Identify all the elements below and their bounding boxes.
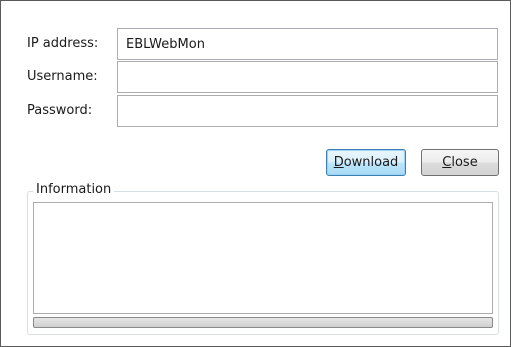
password-label: Password: (27, 103, 93, 118)
information-text-area[interactable] (33, 202, 493, 314)
username-input[interactable] (117, 61, 498, 93)
progress-bar (33, 317, 493, 328)
download-mnemonic: D (333, 154, 344, 170)
username-label: Username: (27, 69, 98, 84)
download-button[interactable]: Download (326, 149, 406, 176)
ip-address-label: IP address: (27, 36, 99, 51)
information-group-title: Information (33, 181, 115, 199)
close-mnemonic: C (442, 154, 452, 170)
ip-address-input[interactable] (117, 28, 498, 60)
password-input[interactable] (117, 95, 498, 127)
close-button[interactable]: Close (421, 149, 499, 176)
download-dialog: IP address: Username: Password: Download… (0, 0, 511, 347)
download-label: ownload (343, 154, 399, 170)
close-label: lose (451, 154, 478, 170)
